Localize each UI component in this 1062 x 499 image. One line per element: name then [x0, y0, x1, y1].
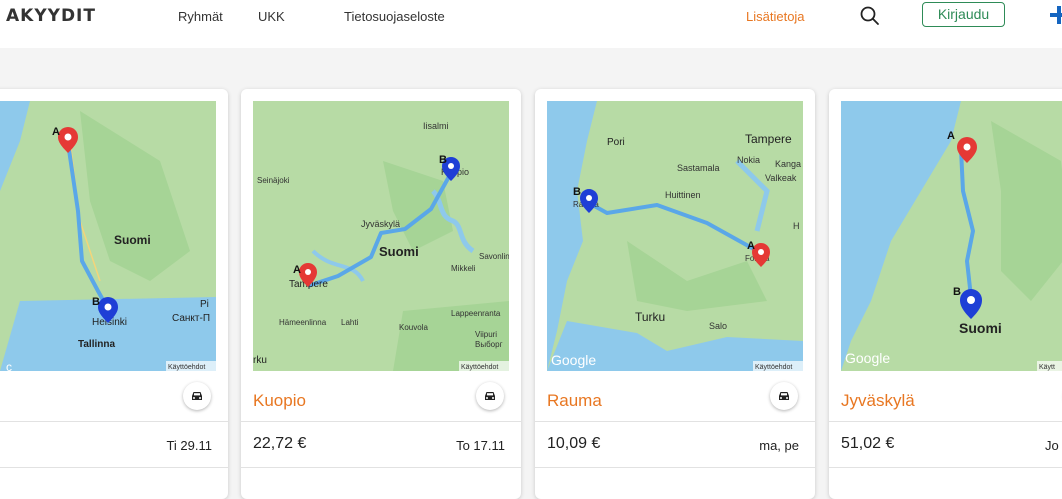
ride-card[interactable]: Suomi Helsinki Tallinna Pi Санкт-П c Käy…: [0, 89, 228, 499]
divider: [535, 421, 815, 422]
divider: [829, 421, 1062, 422]
map-attribution: Käytt: [1039, 364, 1055, 371]
map-label: Nokia: [737, 155, 760, 165]
search-icon[interactable]: [858, 4, 882, 28]
nav-link-groups[interactable]: Ryhmät: [178, 9, 223, 24]
divider: [241, 467, 521, 468]
plus-icon[interactable]: [1050, 6, 1062, 24]
price: 22,72 €: [253, 435, 307, 452]
route-map: Pori Tampere Sastamala Nokia Kanga Valke…: [547, 101, 803, 371]
svg-text:A: A: [947, 130, 955, 142]
car-icon: [183, 382, 211, 410]
map-label: Hämeenlinna: [279, 318, 327, 327]
map-label: Санкт-П: [172, 313, 210, 324]
svg-text:B: B: [953, 286, 961, 298]
car-icon: [770, 382, 798, 410]
map-label: Lappeenranta: [451, 309, 501, 318]
map-label: Lahti: [341, 318, 359, 327]
ride-card[interactable]: Suomi Google Käytt A B Jyväskylä 51,02 €…: [829, 89, 1062, 499]
map-label: Mikkeli: [451, 264, 476, 273]
google-logo: Google: [551, 352, 596, 368]
svg-text:B: B: [573, 186, 581, 198]
divider: [829, 467, 1062, 468]
more-info-link[interactable]: Lisätietoja: [746, 9, 805, 24]
departure-date: To 17.11: [456, 438, 505, 453]
map-attribution: Käyttöehdot: [461, 364, 498, 371]
svg-text:A: A: [52, 126, 60, 138]
site-logo[interactable]: AKYYDIT: [6, 6, 96, 26]
map-attribution: Käyttöehdot: [755, 364, 792, 371]
map-label: Iisalmi: [423, 121, 449, 131]
map-label: Sastamala: [677, 163, 720, 173]
map-label: Valkeak: [765, 173, 797, 183]
map-label: Salo: [709, 321, 727, 331]
map-label: Выборг: [475, 340, 503, 349]
map-label: Savonlin: [479, 252, 509, 261]
map-label: Suomi: [379, 244, 419, 259]
top-navigation: AKYYDIT Ryhmät UKK Tietosuojaseloste Lis…: [0, 0, 1062, 48]
map-label: Tallinna: [78, 339, 115, 350]
map-label: Pori: [607, 137, 625, 148]
route-map: Suomi Google Käytt A B: [841, 101, 1062, 371]
price: 51,02 €: [841, 435, 895, 452]
nav-link-faq[interactable]: UKK: [258, 9, 285, 24]
car-icon: [476, 382, 504, 410]
map-label: Seinäjoki: [257, 176, 290, 185]
map-label: Suomi: [959, 320, 1002, 336]
svg-text:B: B: [439, 154, 447, 166]
map-label: Kanga: [775, 159, 801, 169]
login-button[interactable]: Kirjaudu: [922, 2, 1005, 27]
map-label: Jyväskylä: [361, 219, 400, 229]
divider: [535, 467, 815, 468]
departure-date: Ti 29.11: [166, 438, 212, 453]
map-attribution: Käyttöehdot: [168, 364, 205, 371]
map-label: Suomi: [114, 233, 151, 247]
route-map: Iisalmi Seinäjoki Kuopio Jyväskylä Suomi…: [253, 101, 509, 371]
map-label: rku: [253, 355, 267, 366]
route-map: Suomi Helsinki Tallinna Pi Санкт-П c Käy…: [0, 101, 216, 371]
map-label: Kouvola: [399, 323, 428, 332]
divider: [241, 421, 521, 422]
price: 10,09 €: [547, 435, 601, 452]
divider: [0, 421, 228, 422]
svg-text:A: A: [747, 240, 755, 252]
nav-link-privacy[interactable]: Tietosuojaseloste: [344, 9, 445, 24]
map-label: Huittinen: [665, 190, 701, 200]
destination-city: Jyväskylä: [841, 391, 915, 410]
map-label: H: [793, 221, 800, 231]
map-label: Viipuri: [475, 330, 497, 339]
departure-date: Jo: [1045, 438, 1059, 453]
map-label: Pi: [200, 299, 209, 310]
divider: [0, 467, 228, 468]
destination-city: Kuopio: [253, 391, 306, 410]
departure-date: ma, pe: [759, 438, 799, 453]
map-label: Turku: [635, 310, 665, 324]
google-logo: Google: [845, 350, 890, 366]
map-label: Tampere: [745, 132, 792, 146]
svg-text:A: A: [293, 264, 301, 276]
google-logo: c: [6, 360, 12, 371]
svg-text:B: B: [92, 296, 100, 308]
ride-card[interactable]: Pori Tampere Sastamala Nokia Kanga Valke…: [535, 89, 815, 499]
ride-card[interactable]: Iisalmi Seinäjoki Kuopio Jyväskylä Suomi…: [241, 89, 521, 499]
destination-city: Rauma: [547, 391, 602, 410]
